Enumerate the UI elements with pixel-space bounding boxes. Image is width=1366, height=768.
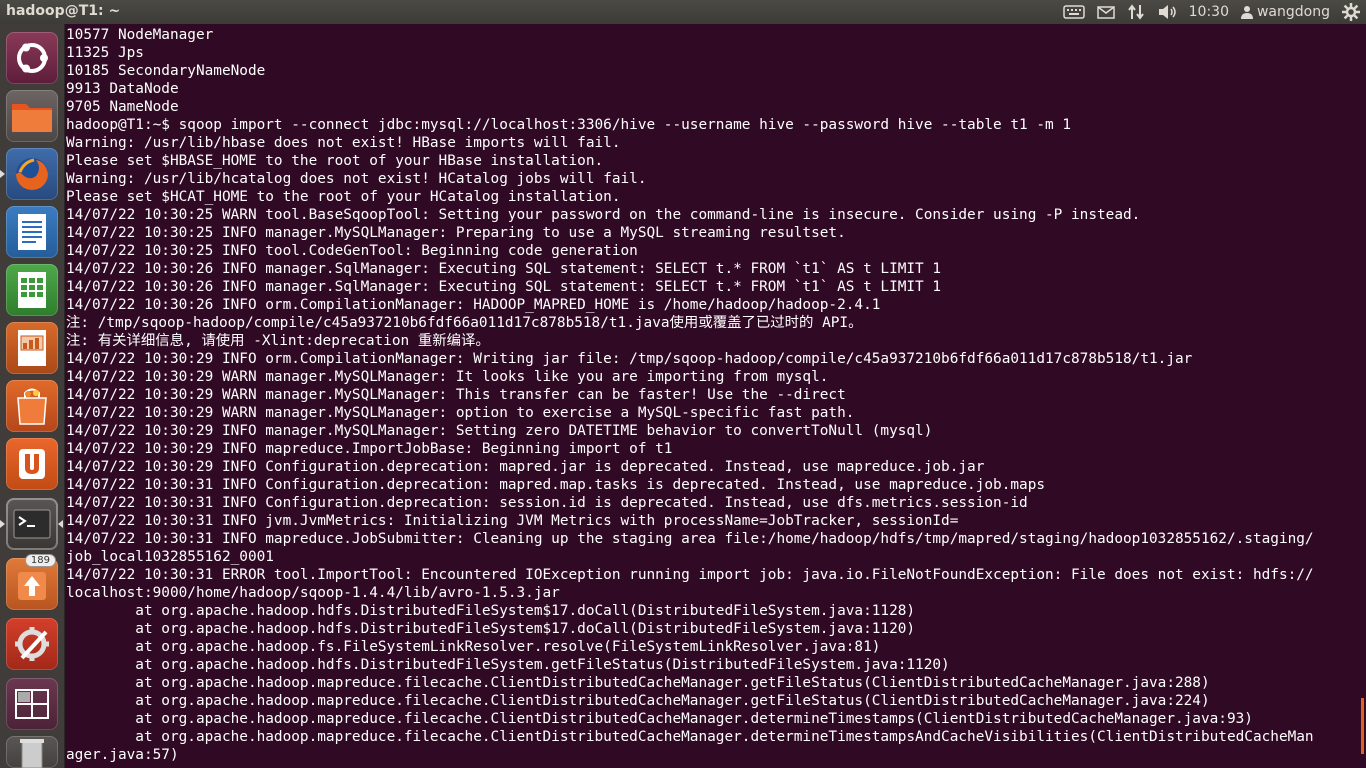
workspace-switcher-button[interactable]: [6, 678, 58, 730]
unity-launcher: 189: [0, 24, 65, 768]
terminal-icon: [13, 509, 51, 539]
terminal-app-button[interactable]: [6, 498, 58, 550]
terminal-line: 9913 DataNode: [66, 81, 179, 97]
user-name: wangdong: [1256, 4, 1330, 20]
system-settings-button[interactable]: [6, 618, 58, 670]
impress-app-button[interactable]: [6, 322, 58, 374]
terminal-line: 14/07/22 10:30:26 INFO manager.SqlManage…: [66, 261, 942, 277]
terminal-line: 14/07/22 10:30:29 INFO Configuration.dep…: [66, 459, 985, 475]
scrollbar-thumb[interactable]: [1361, 698, 1364, 754]
terminal-line: 14/07/22 10:30:31 INFO Configuration.dep…: [66, 495, 1028, 511]
software-center-button[interactable]: [6, 380, 58, 432]
terminal-line: 14/07/22 10:30:29 INFO manager.MySQLMana…: [66, 423, 933, 439]
terminal-line: hadoop@T1:~$ sqoop import --connect jdbc…: [66, 117, 1072, 133]
terminal-line: 14/07/22 10:30:29 WARN manager.MySQLMana…: [66, 387, 846, 403]
ubuntu-one-button[interactable]: [6, 438, 58, 490]
calc-app-button[interactable]: [6, 264, 58, 316]
terminal-line: 11325 Jps: [66, 45, 144, 61]
terminal-line: 14/07/22 10:30:29 INFO mapreduce.ImportJ…: [66, 441, 673, 457]
terminal-line: 14/07/22 10:30:31 ERROR tool.ImportTool:…: [66, 567, 1314, 583]
terminal-lines: 10577 NodeManager 11325 Jps 10185 Secondar…: [66, 26, 1364, 764]
ubuntu-logo-icon: [17, 43, 48, 73]
terminal-line: at org.apache.hadoop.mapreduce.filecache…: [66, 711, 1253, 727]
clock[interactable]: 10:30: [1189, 4, 1229, 20]
terminal-line: ager.java:57): [66, 747, 179, 763]
terminal-line: 14/07/22 10:30:29 WARN manager.MySQLMana…: [66, 405, 855, 421]
terminal-line: 10577 NodeManager: [66, 27, 214, 43]
folder-icon: [12, 104, 52, 132]
document-icon: [18, 214, 46, 250]
terminal-line: at org.apache.hadoop.mapreduce.filecache…: [66, 729, 1314, 745]
session-gear-icon[interactable]: [1342, 3, 1360, 21]
window-title: hadoop@T1: ~: [6, 3, 121, 19]
workspaces-icon: [15, 689, 49, 719]
settings-wrench-icon: [15, 627, 49, 661]
files-app-button[interactable]: [6, 90, 58, 142]
terminal-line: 14/07/22 10:30:25 INFO manager.MySQLMana…: [66, 225, 846, 241]
mail-icon[interactable]: [1096, 5, 1115, 19]
terminal-line: 14/07/22 10:30:29 INFO orm.CompilationMa…: [66, 351, 1193, 367]
trash-button[interactable]: [6, 736, 58, 768]
user-menu[interactable]: wangdong: [1240, 4, 1330, 20]
terminal-line: at org.apache.hadoop.hdfs.DistributedFil…: [66, 657, 950, 673]
update-count-badge: 189: [24, 554, 56, 567]
writer-app-button[interactable]: [6, 206, 58, 258]
terminal-line: 14/07/22 10:30:31 INFO jvm.JvmMetrics: I…: [66, 513, 959, 529]
ubuntu-one-icon: [19, 449, 45, 479]
focused-indicator: [58, 520, 63, 528]
terminal-line: 14/07/22 10:30:31 INFO Configuration.dep…: [66, 477, 1046, 493]
terminal-line: 14/07/22 10:30:25 WARN tool.BaseSqoopToo…: [66, 207, 1141, 223]
terminal-line: job_local1032855162_0001: [66, 549, 274, 565]
terminal-line: 10185 SecondaryNameNode: [66, 63, 266, 79]
dash-home-button[interactable]: [6, 32, 58, 84]
presentation-icon: [18, 330, 46, 366]
running-indicator: [0, 170, 5, 178]
network-icon[interactable]: [1127, 4, 1145, 20]
terminal-line: localhost:9000/home/hadoop/sqoop-1.4.4/l…: [66, 585, 560, 601]
terminal-line: Please set $HCAT_HOME to the root of you…: [66, 189, 621, 205]
keyboard-icon[interactable]: [1062, 5, 1085, 19]
terminal-line: Warning: /usr/lib/hbase does not exist! …: [66, 135, 621, 151]
spreadsheet-icon: [18, 272, 46, 308]
terminal-line: 14/07/22 10:30:31 INFO mapreduce.JobSubm…: [66, 531, 1314, 547]
terminal-line: 注: /tmp/sqoop-hadoop/compile/c45a937210b…: [66, 315, 863, 331]
terminal-line: 14/07/22 10:30:26 INFO orm.CompilationMa…: [66, 297, 881, 313]
firefox-icon: [16, 158, 48, 190]
terminal-line: 9705 NameNode: [66, 99, 179, 115]
terminal-line: 14/07/22 10:30:26 INFO manager.SqlManage…: [66, 279, 942, 295]
terminal-line: Warning: /usr/lib/hcatalog does not exis…: [66, 171, 647, 187]
top-panel: hadoop@T1: ~ 10:30 wangdong: [0, 0, 1366, 24]
terminal-line: at org.apache.hadoop.hdfs.DistributedFil…: [66, 603, 916, 619]
terminal-output[interactable]: 10577 NodeManager 11325 Jps 10185 Secondar…: [66, 26, 1364, 768]
terminal-line: at org.apache.hadoop.fs.FileSystemLinkRe…: [66, 639, 881, 655]
volume-icon[interactable]: [1157, 4, 1177, 20]
running-indicator: [0, 520, 5, 528]
terminal-line: Please set $HBASE_HOME to the root of yo…: [66, 153, 604, 169]
firefox-app-button[interactable]: [6, 148, 58, 200]
terminal-line: at org.apache.hadoop.mapreduce.filecache…: [66, 675, 1210, 691]
trash-icon: [20, 739, 44, 768]
shopping-bag-icon: [17, 388, 47, 425]
indicator-tray: 10:30 wangdong: [1057, 0, 1366, 24]
terminal-line: 14/07/22 10:30:29 WARN manager.MySQLMana…: [66, 369, 829, 385]
update-manager-button[interactable]: 189: [6, 554, 58, 610]
terminal-line: 14/07/22 10:30:25 INFO tool.CodeGenTool:…: [66, 243, 638, 259]
terminal-line: at org.apache.hadoop.hdfs.DistributedFil…: [66, 621, 916, 637]
terminal-line: 注: 有关详细信息, 请使用 -Xlint:deprecation 重新编译。: [66, 333, 490, 349]
user-icon: [1240, 6, 1253, 19]
terminal-line: at org.apache.hadoop.mapreduce.filecache…: [66, 693, 1210, 709]
